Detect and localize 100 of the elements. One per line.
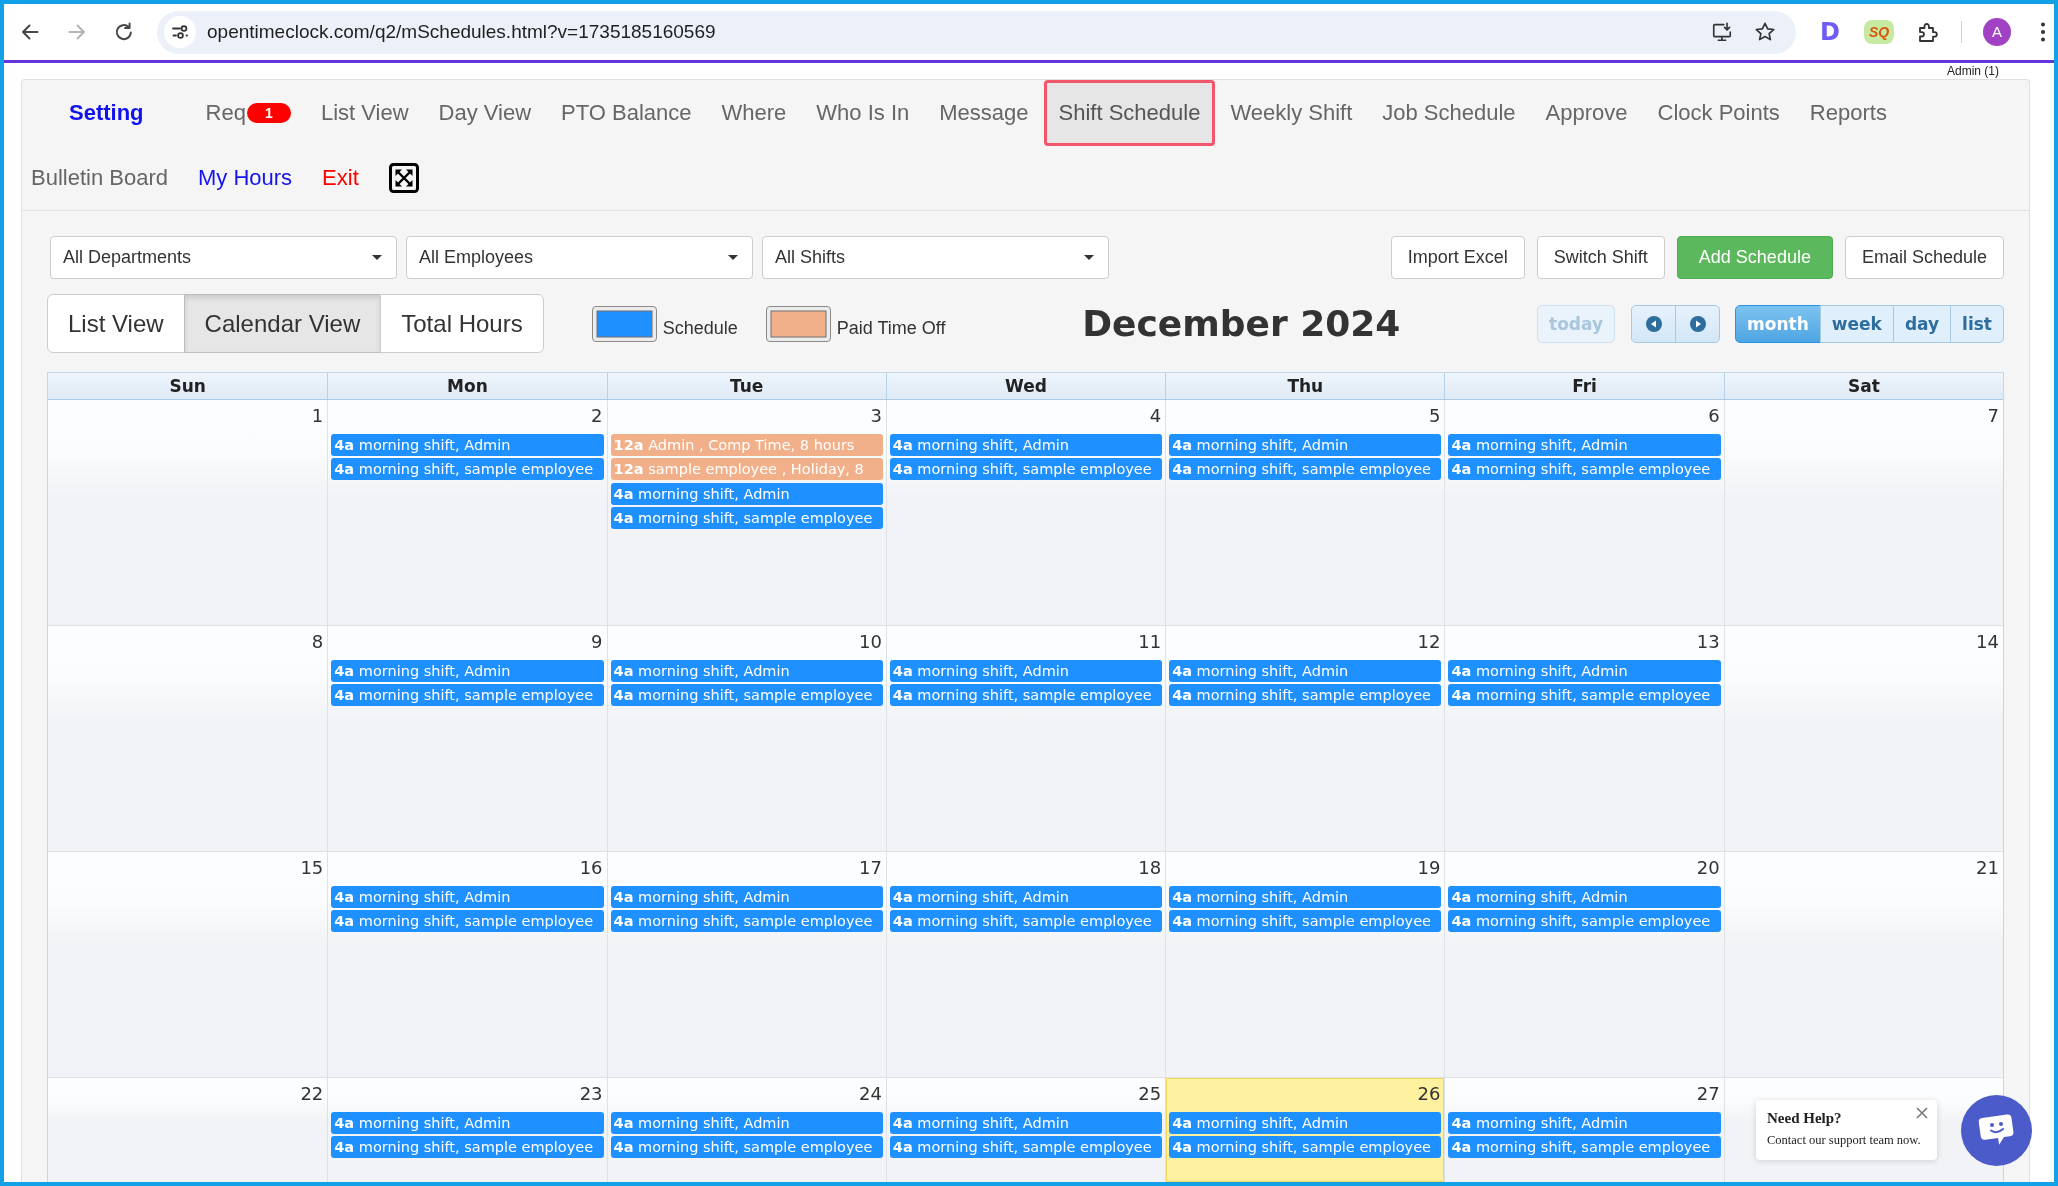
nav-link[interactable]: Day View xyxy=(438,100,532,126)
calendar-event[interactable]: 4a morning shift, Admin xyxy=(610,660,883,682)
weekday-header: Wed xyxy=(885,373,1166,399)
nav-link[interactable]: Exit xyxy=(322,165,359,191)
previous-button[interactable] xyxy=(1631,304,1677,343)
calendar-event[interactable]: 4a morning shift, sample employee xyxy=(610,1136,883,1159)
action-button[interactable]: Email Schedule xyxy=(1844,236,2004,279)
view-toggle-button[interactable]: Total Hours xyxy=(380,294,544,353)
calendar-event[interactable]: 4a morning shift, sample employee xyxy=(1448,910,1721,933)
calendar-event[interactable]: 4a morning shift, Admin xyxy=(331,434,604,456)
reload-icon[interactable] xyxy=(114,22,134,42)
calendar-event[interactable]: 4a morning shift, sample employee xyxy=(889,684,1163,707)
nav-link[interactable]: List View xyxy=(320,100,409,126)
calendar-event[interactable]: 4a morning shift, sample employee xyxy=(331,684,604,707)
filter-dropdown[interactable]: All Shifts xyxy=(762,236,1109,279)
calendar-event[interactable]: 4a morning shift, Admin xyxy=(331,660,604,682)
calendar-event[interactable]: 4a morning shift, Admin xyxy=(1448,434,1721,456)
day-number: 8 xyxy=(311,630,325,654)
calendar-event[interactable]: 4a morning shift, sample employee xyxy=(331,458,604,481)
view-toggle-button[interactable]: Calendar View xyxy=(183,294,382,353)
nav-link[interactable]: Message xyxy=(939,100,1029,126)
address-bar[interactable]: opentimeclock.com/q2/mSchedules.html?v=1735185160569 xyxy=(157,10,1796,54)
calendar-event[interactable]: 4a morning shift, sample employee xyxy=(1448,458,1721,481)
right-arrow-circle-icon xyxy=(1689,315,1706,332)
calendar-event[interactable]: 4a morning shift, Admin xyxy=(610,886,883,908)
calendar-event[interactable]: 4a morning shift, Admin xyxy=(1169,886,1442,908)
calendar-event[interactable]: 4a morning shift, sample employee xyxy=(1169,910,1442,933)
filter-dropdown[interactable]: All Employees xyxy=(406,236,753,279)
calendar-event[interactable]: 4a morning shift, sample employee xyxy=(889,1136,1163,1159)
profile-avatar[interactable]: A xyxy=(1983,18,2011,46)
day-number: 18 xyxy=(1138,856,1163,880)
calendar-event[interactable]: 12a sample employee , Holiday, 8 xyxy=(610,458,883,481)
next-button[interactable] xyxy=(1675,304,1721,343)
nav-link[interactable]: Req 1 xyxy=(205,100,291,126)
fullscreen-icon[interactable] xyxy=(388,163,419,193)
day-number: 1 xyxy=(311,404,325,428)
calendar-event[interactable]: 4a morning shift, sample employee xyxy=(889,458,1163,481)
nav-link[interactable]: Bulletin Board xyxy=(31,165,168,191)
period-tab[interactable]: month xyxy=(1735,304,1821,343)
calendar-event[interactable]: 4a morning shift, Admin xyxy=(889,660,1163,682)
nav-link[interactable]: Shift Schedule xyxy=(1043,80,1216,146)
nav-link[interactable]: Weekly Shift xyxy=(1230,100,1353,126)
weekday-header: Fri xyxy=(1444,373,1724,399)
nav-link[interactable]: Where xyxy=(721,100,787,126)
nav-link[interactable]: PTO Balance xyxy=(561,100,692,126)
period-tab[interactable]: list xyxy=(1950,304,2004,343)
calendar-event[interactable]: 4a morning shift, Admin xyxy=(610,482,883,505)
calendar-event[interactable]: 4a morning shift, Admin xyxy=(1169,660,1442,682)
day-number: 27 xyxy=(1696,1082,1721,1106)
day-number: 5 xyxy=(1428,404,1442,428)
period-tab[interactable]: week xyxy=(1819,304,1894,343)
calendar-event[interactable]: 4a morning shift, Admin xyxy=(331,886,604,908)
calendar-event[interactable]: 4a morning shift, sample employee xyxy=(331,910,604,933)
nav-link[interactable]: My Hours xyxy=(198,165,293,191)
action-button[interactable]: Import Excel xyxy=(1390,236,1525,279)
nav-link[interactable]: Job Schedule xyxy=(1382,100,1516,126)
calendar-event[interactable]: 4a morning shift, Admin xyxy=(1448,886,1721,908)
calendar-event[interactable]: 4a morning shift, Admin xyxy=(889,886,1163,908)
action-button[interactable]: Add Schedule xyxy=(1676,236,1833,279)
calendar-event[interactable]: 4a morning shift, Admin xyxy=(1169,1112,1442,1134)
calendar-event[interactable]: 4a morning shift, sample employee xyxy=(1448,1136,1721,1159)
calendar-event[interactable]: 4a morning shift, Admin xyxy=(1448,1112,1721,1134)
calendar-event[interactable]: 4a morning shift, sample employee xyxy=(610,684,883,707)
filter-dropdown[interactable]: All Departments xyxy=(50,236,397,279)
star-icon[interactable] xyxy=(1754,21,1776,43)
view-toggle-button[interactable]: List View xyxy=(47,294,185,353)
monitor-download-icon[interactable] xyxy=(1711,21,1733,43)
calendar-event[interactable]: 4a morning shift, sample employee xyxy=(889,910,1163,933)
nav-link[interactable]: Clock Points xyxy=(1657,100,1780,126)
extension-button[interactable]: D xyxy=(1818,20,1842,44)
close-icon[interactable] xyxy=(1916,1107,1928,1119)
calendar-event[interactable]: 4a morning shift, sample employee xyxy=(331,1136,604,1159)
calendar-event[interactable]: 4a morning shift, sample employee xyxy=(1169,1136,1442,1159)
calendar-event[interactable]: 4a morning shift, sample employee xyxy=(610,910,883,933)
calendar-event[interactable]: 4a morning shift, sample employee xyxy=(610,507,883,530)
calendar-event[interactable]: 4a morning shift, Admin xyxy=(1169,434,1442,456)
nav-link[interactable]: Who Is In xyxy=(816,100,910,126)
calendar-title: December 2024 xyxy=(1082,303,1401,344)
calendar-event[interactable]: 4a morning shift, sample employee xyxy=(1448,684,1721,707)
calendar-event[interactable]: 4a morning shift, Admin xyxy=(1448,660,1721,682)
legend-label: Paid Time Off xyxy=(836,318,946,339)
nav-link[interactable]: Approve xyxy=(1545,100,1628,126)
help-title: Need Help? xyxy=(1767,1109,1842,1127)
calendar-event[interactable]: 4a morning shift, sample employee xyxy=(1169,458,1442,481)
calendar-event[interactable]: 4a morning shift, Admin xyxy=(889,434,1163,456)
calendar-event[interactable]: 4a morning shift, sample employee xyxy=(1169,684,1442,707)
calendar-event[interactable]: 4a morning shift, Admin xyxy=(331,1112,604,1134)
calendar-event[interactable]: 12a Admin , Comp Time, 8 hours xyxy=(610,434,883,456)
extension-button[interactable]: SQ xyxy=(1864,20,1894,44)
period-tab[interactable]: day xyxy=(1892,304,1952,343)
more-menu-icon[interactable] xyxy=(2041,22,2045,42)
nav-link[interactable]: Setting xyxy=(69,100,144,126)
day-number: 24 xyxy=(858,1082,883,1106)
puzzle-icon[interactable] xyxy=(1917,21,1939,43)
sliders-icon[interactable] xyxy=(164,16,196,48)
back-arrow-icon[interactable] xyxy=(20,22,40,42)
nav-link[interactable]: Reports xyxy=(1809,100,1887,126)
calendar-event[interactable]: 4a morning shift, Admin xyxy=(610,1112,883,1134)
action-button[interactable]: Switch Shift xyxy=(1536,236,1665,279)
calendar-event[interactable]: 4a morning shift, Admin xyxy=(889,1112,1163,1134)
